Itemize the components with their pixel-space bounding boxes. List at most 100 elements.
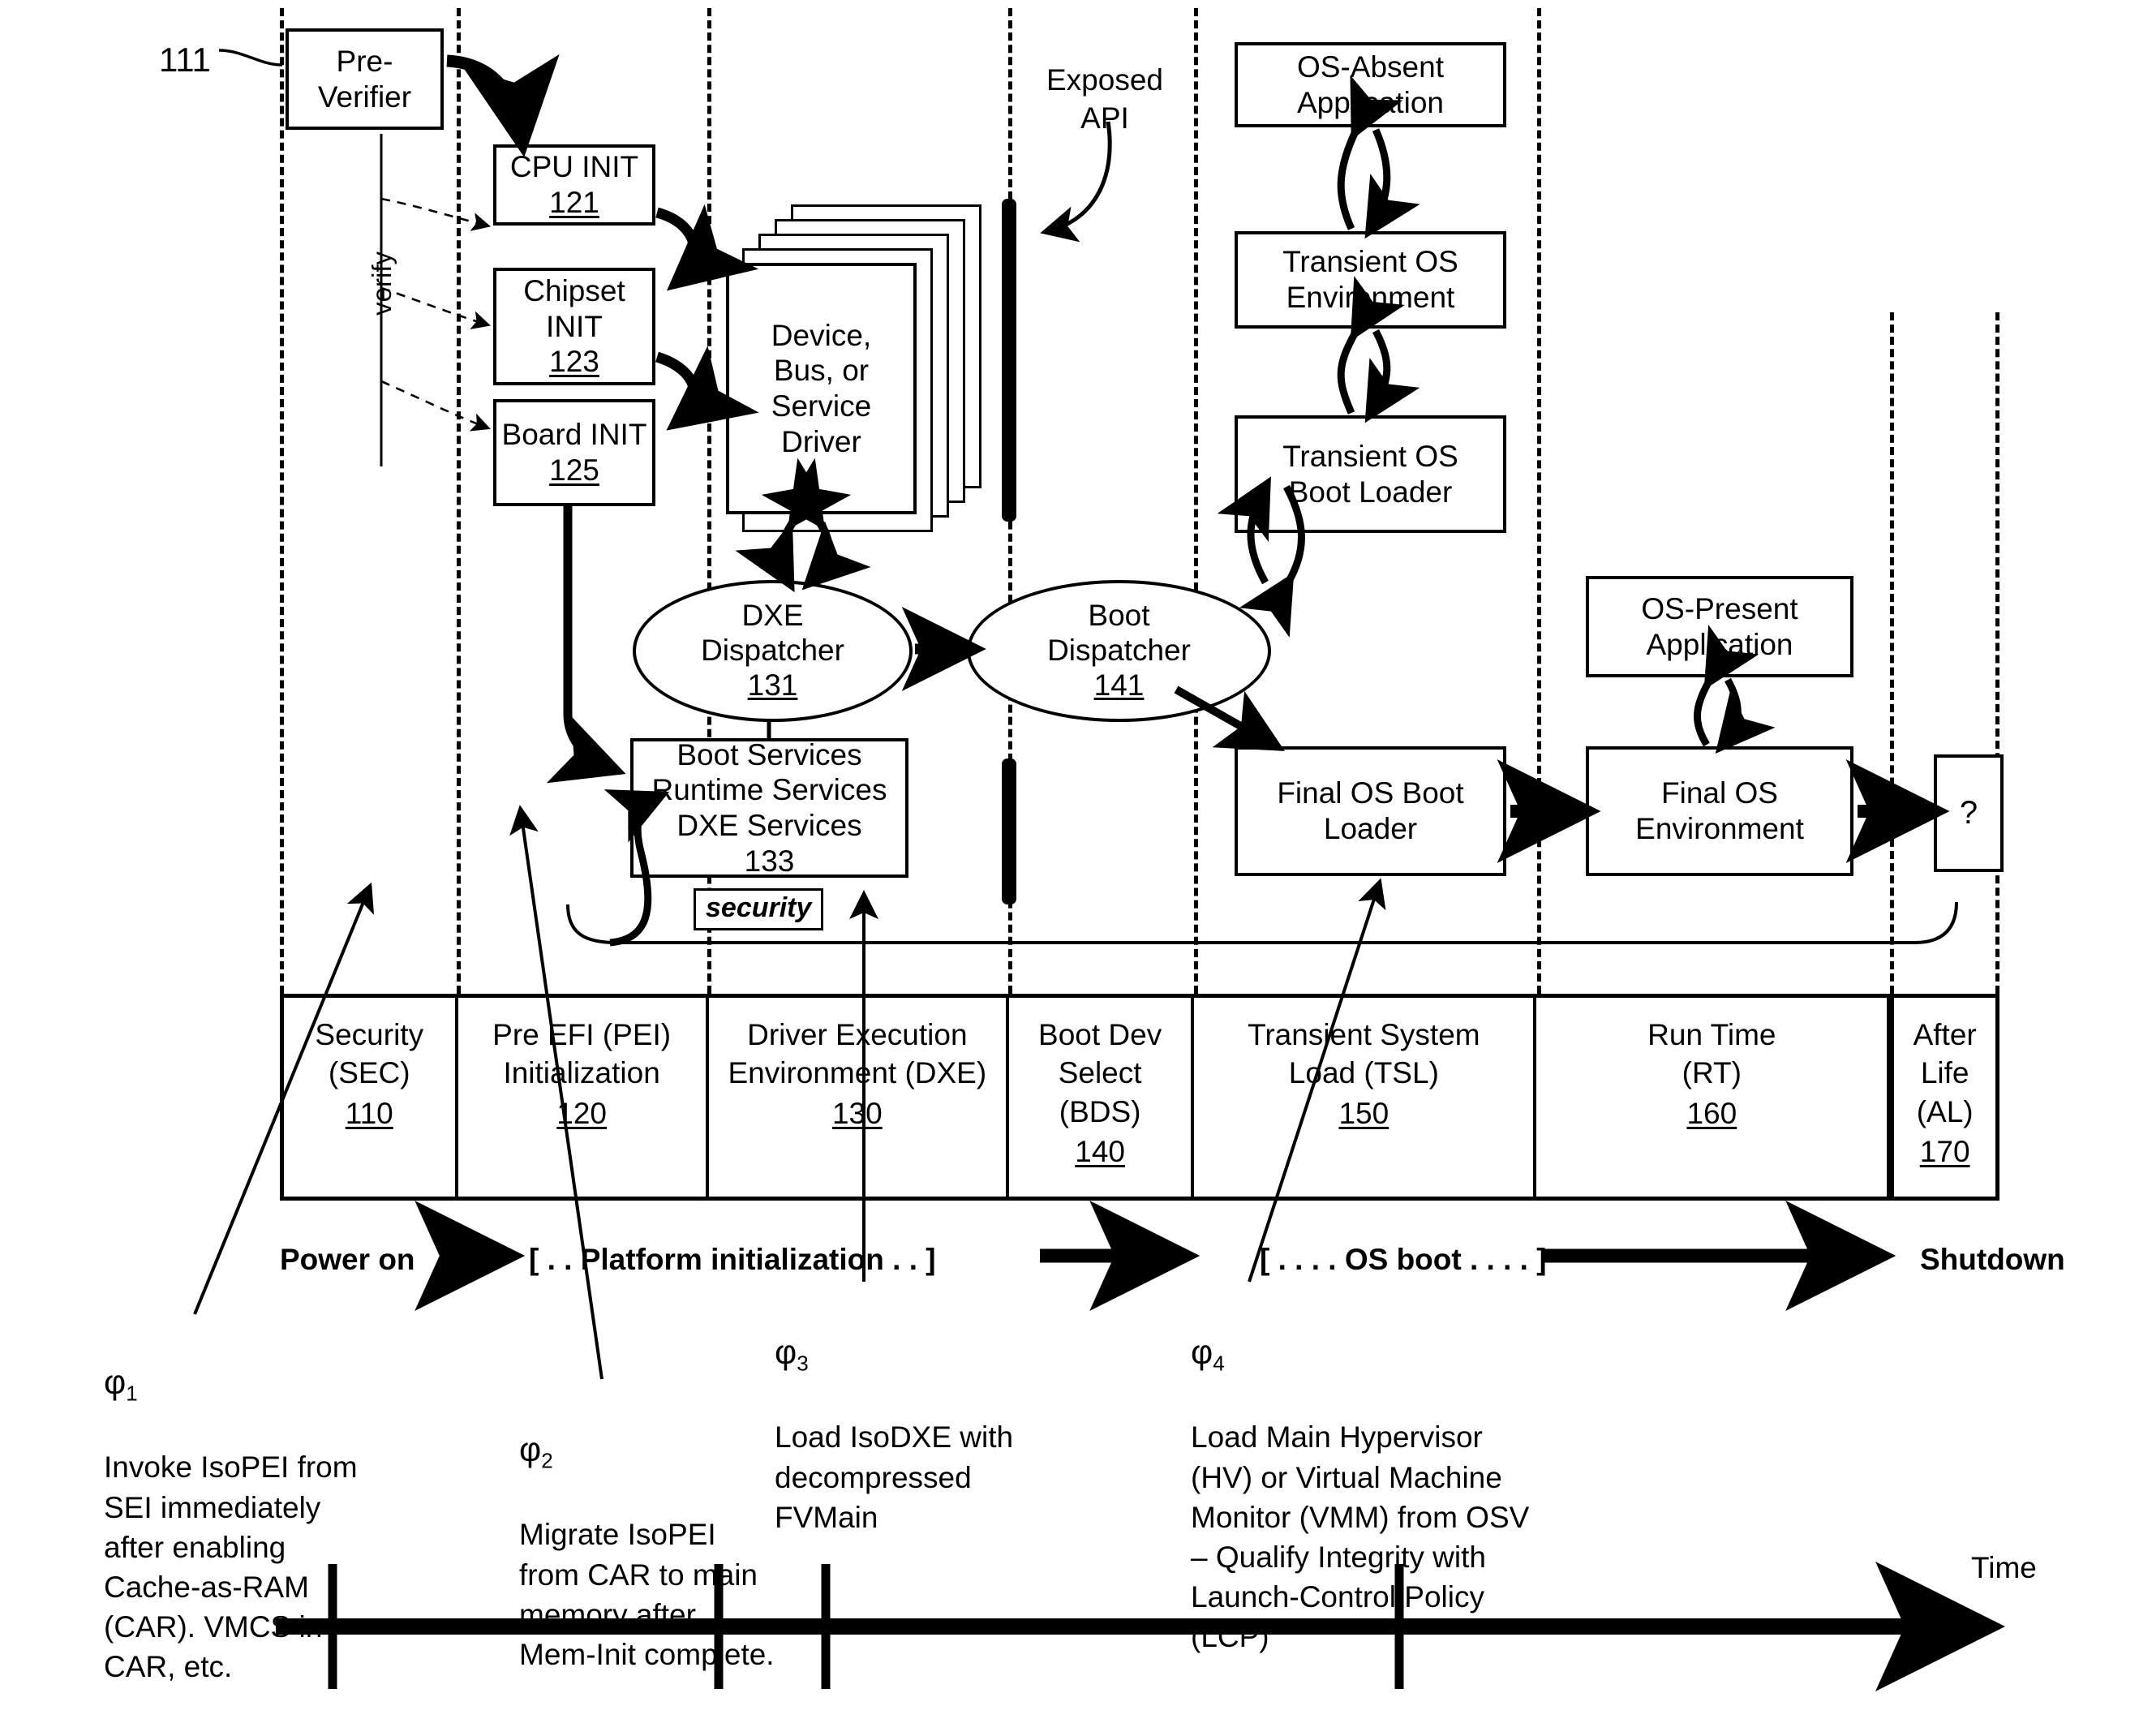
phase-name-al: After Life (AL) bbox=[1913, 1018, 1977, 1128]
phase-name-rt: Run Time (RT) bbox=[1647, 1018, 1776, 1090]
verify-arrow-board bbox=[380, 380, 491, 432]
leader-line-111 bbox=[218, 49, 283, 67]
timeline-platform-init: [ . . Platform initialization . . ] bbox=[529, 1241, 936, 1278]
annotation-phi2-text: Migrate IsoPEI from CAR to main memory a… bbox=[519, 1518, 775, 1671]
annotation-phi1: φ1 Invoke IsoPEI from SEI immediately af… bbox=[104, 1320, 428, 1687]
box-final-os-environment[interactable]: Final OS Environment bbox=[1586, 746, 1853, 876]
box-board-init[interactable]: Board INIT 125 bbox=[493, 399, 655, 506]
ellipse-dxe-dispatcher-num: 131 bbox=[747, 668, 798, 702]
services-line-runtime: Runtime Services bbox=[651, 773, 887, 807]
exposed-api-bar-lower bbox=[1002, 758, 1016, 905]
phase-num-dxe: 130 bbox=[831, 1096, 883, 1130]
box-os-absent-application[interactable]: OS-Absent Application bbox=[1235, 42, 1506, 127]
phase-num-sec: 110 bbox=[345, 1096, 393, 1130]
box-final-os-boot-loader[interactable]: Final OS Boot Loader bbox=[1235, 746, 1506, 876]
phase-table: Security (SEC) 110 Pre EFI (PEI) Initial… bbox=[280, 994, 1999, 1201]
phase-num-bds: 140 bbox=[1075, 1135, 1125, 1169]
arrow-env-to-transientosbootloader bbox=[1364, 329, 1420, 423]
arrow-cpuinit-to-chipsetinit bbox=[655, 204, 759, 291]
ellipse-boot-dispatcher-num: 141 bbox=[1093, 668, 1145, 702]
box-efi-services[interactable]: Boot Services Runtime Services DXE Servi… bbox=[630, 738, 908, 878]
phase-cell-tsl[interactable]: Transient System Load (TSL) 150 bbox=[1194, 998, 1537, 1197]
phase-name-dxe: Driver Execution Environment (DXE) bbox=[728, 1018, 987, 1090]
annotation-phi3-subscript: 3 bbox=[797, 1351, 809, 1376]
box-board-init-title: Board INIT bbox=[501, 418, 647, 452]
verify-label-text: verify bbox=[367, 251, 397, 316]
box-afterlife-unknown[interactable]: ? bbox=[1934, 754, 2004, 872]
ellipse-dxe-dispatcher[interactable]: DXE Dispatcher 131 bbox=[633, 580, 913, 722]
phase-divider-sec-left bbox=[280, 8, 284, 994]
phase-divider-bds-tsl bbox=[1194, 8, 1198, 994]
box-device-bus-service-driver[interactable]: Device, Bus, or Service Driver bbox=[726, 263, 917, 514]
services-num: 133 bbox=[744, 844, 795, 878]
phase-divider-al-right bbox=[1995, 312, 1999, 994]
box-afterlife-label: ? bbox=[1959, 794, 1978, 831]
ref-number-111: 111 bbox=[159, 39, 211, 82]
phase-name-tsl: Transient System Load (TSL) bbox=[1248, 1018, 1480, 1090]
annotation-phi4-symbol: φ bbox=[1191, 1333, 1213, 1372]
phase-num-tsl: 150 bbox=[1338, 1096, 1389, 1130]
annotation-phi1-subscript: 1 bbox=[126, 1381, 138, 1406]
phase-name-sec: Security (SEC) bbox=[315, 1018, 424, 1090]
box-final-os-environment-label: Final OS Environment bbox=[1635, 776, 1804, 845]
arrow-ospresentapp-to-finalosenv bbox=[1715, 677, 1776, 754]
arrow-chipsetinit-to-boardinit bbox=[655, 346, 759, 431]
exposed-api-label: Exposed API bbox=[1046, 24, 1163, 137]
ellipse-boot-dispatcher-title: Boot Dispatcher bbox=[1047, 599, 1191, 668]
arrow-finalosenv-to-ospresentapp bbox=[1694, 625, 1759, 747]
box-cpu-init-title: CPU INIT bbox=[509, 150, 639, 184]
phase-cell-bds[interactable]: Boot Dev Select (BDS) 140 bbox=[1009, 998, 1195, 1197]
security-tag-label: security bbox=[706, 892, 812, 923]
annotation-phi4: φ4 Load Main Hypervisor (HV) or Virtual … bbox=[1191, 1290, 1572, 1657]
box-chipset-init[interactable]: Chipset INIT 123 bbox=[493, 268, 655, 385]
phase-cell-al[interactable]: After Life (AL) 170 bbox=[1890, 998, 1995, 1197]
time-axis-label: Time bbox=[1971, 1549, 2037, 1587]
annotation-phi2-subscript: 2 bbox=[541, 1448, 553, 1473]
ellipse-boot-dispatcher[interactable]: Boot Dispatcher 141 bbox=[967, 580, 1271, 722]
time-axis-label-text: Time bbox=[1971, 1551, 2037, 1584]
arrow-exposed-api bbox=[1040, 121, 1112, 243]
box-transient-os-boot-loader-label: Transient OS Boot Loader bbox=[1282, 439, 1458, 509]
annotation-phi2: φ2 Migrate IsoPEI from CAR to main memor… bbox=[519, 1387, 795, 1674]
phase-cell-dxe[interactable]: Driver Execution Environment (DXE) 130 bbox=[709, 998, 1009, 1197]
verify-arrow-cpu bbox=[380, 197, 492, 231]
phase-divider-sec-pei bbox=[457, 8, 461, 994]
exposed-api-bar-upper bbox=[1002, 199, 1016, 522]
box-transient-os-environment-label: Transient OS Environment bbox=[1282, 245, 1458, 314]
annotation-phi3-text: Load IsoDXE with decompressed FVMain bbox=[775, 1420, 1014, 1534]
ellipse-dxe-dispatcher-title: DXE Dispatcher bbox=[701, 599, 844, 668]
timeline-shutdown: Shutdown bbox=[1920, 1241, 2065, 1278]
annotation-phi3: φ3 Load IsoDXE with decompressed FVMain bbox=[775, 1290, 1099, 1537]
box-os-present-application-label: OS-Present Application bbox=[1641, 591, 1798, 661]
phase-cell-pei[interactable]: Pre EFI (PEI) Initialization 120 bbox=[458, 998, 709, 1197]
box-transient-os-boot-loader[interactable]: Transient OS Boot Loader bbox=[1235, 415, 1506, 533]
phase-divider-tsl-rt bbox=[1537, 8, 1541, 994]
annotation-phi3-symbol: φ bbox=[775, 1333, 797, 1372]
arrow-osabsentapp-to-transientosenv bbox=[1364, 128, 1420, 239]
timeline-power-on: Power on bbox=[280, 1241, 415, 1278]
phase-num-rt: 160 bbox=[1686, 1096, 1737, 1130]
services-line-dxe: DXE Services bbox=[676, 809, 862, 842]
timeline-os-boot: [ . . . . OS boot . . . . ] bbox=[1260, 1241, 1547, 1278]
box-os-absent-application-label: OS-Absent Application bbox=[1296, 49, 1444, 119]
box-chipset-init-num: 123 bbox=[549, 345, 599, 379]
timeline-os-boot-text: [ . . . . OS boot . . . . ] bbox=[1260, 1243, 1547, 1276]
ref-number-111-text: 111 bbox=[159, 41, 211, 79]
box-cpu-init[interactable]: CPU INIT 121 bbox=[493, 144, 655, 226]
box-final-os-boot-loader-label: Final OS Boot Loader bbox=[1277, 776, 1464, 845]
annotation-phi1-symbol: φ bbox=[104, 1363, 127, 1402]
box-transient-os-environment[interactable]: Transient OS Environment bbox=[1235, 231, 1506, 329]
timeline-platform-init-text: [ . . Platform initialization . . ] bbox=[529, 1243, 936, 1276]
exposed-api-label-text: Exposed API bbox=[1046, 63, 1163, 135]
arrow-transientosbootloader-to-env bbox=[1337, 276, 1405, 415]
box-os-present-application[interactable]: OS-Present Application bbox=[1586, 576, 1853, 677]
phase-num-pei: 120 bbox=[556, 1096, 607, 1130]
box-board-init-num: 125 bbox=[549, 453, 599, 487]
phase-divider-rt-al bbox=[1890, 312, 1894, 994]
annotation-phi4-subscript: 4 bbox=[1213, 1351, 1225, 1376]
verify-label: verify bbox=[365, 251, 398, 316]
phase-cell-sec[interactable]: Security (SEC) 110 bbox=[284, 998, 458, 1197]
box-pre-verifier[interactable]: Pre- Verifier bbox=[286, 28, 444, 130]
phase-cell-rt[interactable]: Run Time (RT) 160 bbox=[1536, 998, 1891, 1197]
phase-name-bds: Boot Dev Select (BDS) bbox=[1038, 1018, 1162, 1128]
